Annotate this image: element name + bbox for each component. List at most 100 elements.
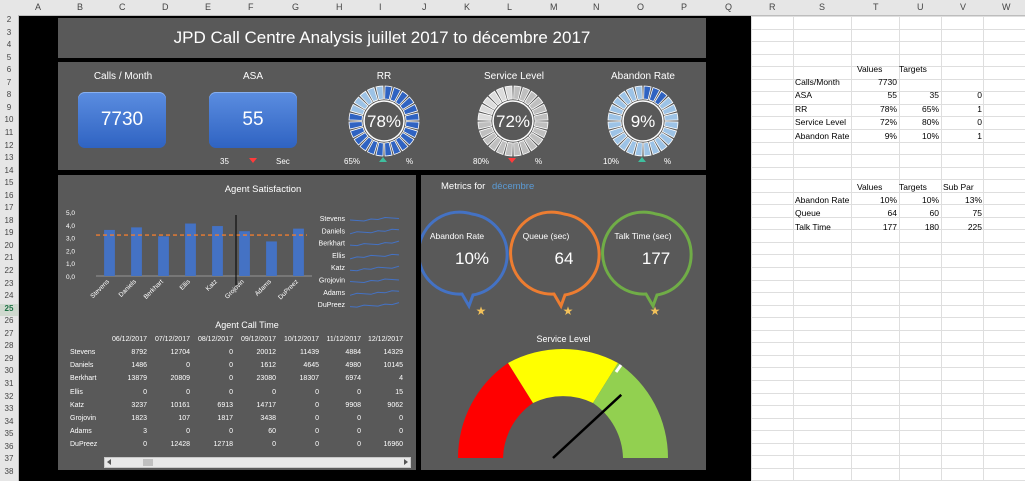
sheet-cell[interactable]: 0 <box>939 117 982 127</box>
sheet-cell[interactable]: 64 <box>853 208 897 218</box>
row-header[interactable]: 19 <box>0 228 18 240</box>
row-header[interactable]: 12 <box>0 141 18 153</box>
sheet-cell[interactable]: 177 <box>853 222 897 232</box>
sheet-cell[interactable]: 180 <box>897 222 939 232</box>
column-header-a[interactable]: A <box>35 2 41 12</box>
row-header[interactable]: 28 <box>0 341 18 353</box>
sheet-cell[interactable]: 72% <box>853 117 897 127</box>
table2-header-targets[interactable]: Targets <box>899 182 927 192</box>
sheet-cell[interactable]: Service Level <box>795 117 846 127</box>
sheet-cell[interactable]: 80% <box>897 117 939 127</box>
sheet-cell[interactable]: 10% <box>853 195 897 205</box>
row-header[interactable]: 23 <box>0 279 18 291</box>
sheet-cell[interactable]: 1 <box>939 131 982 141</box>
row-header[interactable]: 4 <box>0 40 18 52</box>
column-header-d[interactable]: D <box>162 2 169 12</box>
sheet-cell[interactable]: 1 <box>939 104 982 114</box>
sheet-cell[interactable]: 60 <box>897 208 939 218</box>
row-header[interactable]: 11 <box>0 128 18 140</box>
row-header[interactable]: 26 <box>0 316 18 328</box>
sheet-cell[interactable]: ASA <box>795 90 812 100</box>
row-header[interactable]: 16 <box>0 191 18 203</box>
column-header-k[interactable]: K <box>464 2 470 12</box>
row-header[interactable]: 20 <box>0 241 18 253</box>
column-header-j[interactable]: J <box>422 2 427 12</box>
row-header[interactable]: 34 <box>0 417 18 429</box>
sheet-cell[interactable]: 35 <box>897 90 939 100</box>
row-header[interactable]: 6 <box>0 65 18 77</box>
column-header-q[interactable]: Q <box>725 2 732 12</box>
row-header[interactable]: 37 <box>0 454 18 466</box>
row-header[interactable]: 10 <box>0 115 18 127</box>
sheet-cell[interactable]: 225 <box>939 222 982 232</box>
scroll-right-icon[interactable] <box>404 459 408 465</box>
sheet-cell[interactable]: Abandon Rate <box>795 195 849 205</box>
column-header-w[interactable]: W <box>1002 2 1011 12</box>
horizontal-scrollbar[interactable] <box>104 457 411 468</box>
column-header-l[interactable]: L <box>507 2 512 12</box>
sheet-cell[interactable]: Talk Time <box>795 222 831 232</box>
sheet-cell[interactable]: 78% <box>853 104 897 114</box>
row-header[interactable]: 7 <box>0 78 18 90</box>
table2-header-values[interactable]: Values <box>857 182 882 192</box>
column-header-s[interactable]: S <box>819 2 825 12</box>
column-header-n[interactable]: N <box>593 2 600 12</box>
sheet-cell[interactable]: RR <box>795 104 807 114</box>
column-header-f[interactable]: F <box>248 2 254 12</box>
row-header[interactable]: 31 <box>0 379 18 391</box>
column-header-o[interactable]: O <box>637 2 644 12</box>
row-header[interactable]: 38 <box>0 467 18 479</box>
column-header-e[interactable]: E <box>205 2 211 12</box>
table2-header-subpar[interactable]: Sub Par <box>943 182 974 192</box>
column-header-m[interactable]: M <box>550 2 558 12</box>
sheet-cell[interactable]: 75 <box>939 208 982 218</box>
sheet-cell[interactable]: 0 <box>939 90 982 100</box>
column-header-b[interactable]: B <box>77 2 83 12</box>
row-header[interactable]: 17 <box>0 203 18 215</box>
column-header-u[interactable]: U <box>917 2 924 12</box>
column-header-t[interactable]: T <box>873 2 879 12</box>
sheet-cell[interactable]: Calls/Month <box>795 77 840 87</box>
row-header[interactable]: 18 <box>0 216 18 228</box>
sheet-cell[interactable]: 7730 <box>853 77 897 87</box>
scrollbar-thumb[interactable] <box>143 459 153 466</box>
column-header-r[interactable]: R <box>769 2 776 12</box>
row-header[interactable]: 25 <box>0 303 18 316</box>
sheet-cell[interactable]: 65% <box>897 104 939 114</box>
row-header[interactable]: 14 <box>0 166 18 178</box>
sheet-cell[interactable]: Abandon Rate <box>795 131 849 141</box>
row-header[interactable]: 21 <box>0 253 18 265</box>
row-header[interactable]: 33 <box>0 404 18 416</box>
row-header[interactable]: 8 <box>0 90 18 102</box>
row-header[interactable]: 13 <box>0 153 18 165</box>
table1-header-values[interactable]: Values <box>857 64 882 74</box>
column-header-c[interactable]: C <box>119 2 126 12</box>
row-header[interactable]: 27 <box>0 329 18 341</box>
column-header-v[interactable]: V <box>960 2 966 12</box>
column-header-h[interactable]: H <box>336 2 343 12</box>
sheet-cell[interactable]: Queue <box>795 208 821 218</box>
sheet-cell[interactable]: 9% <box>853 131 897 141</box>
row-header[interactable]: 5 <box>0 53 18 65</box>
table1-header-targets[interactable]: Targets <box>899 64 927 74</box>
column-header-i[interactable]: I <box>379 2 382 12</box>
scroll-left-icon[interactable] <box>107 459 111 465</box>
row-header[interactable]: 29 <box>0 354 18 366</box>
row-header[interactable]: 22 <box>0 266 18 278</box>
row-header[interactable]: 2 <box>0 15 18 27</box>
row-header[interactable]: 30 <box>0 366 18 378</box>
column-header-p[interactable]: P <box>681 2 687 12</box>
row-header[interactable]: 32 <box>0 392 18 404</box>
row-header[interactable]: 35 <box>0 429 18 441</box>
row-header[interactable]: 3 <box>0 28 18 40</box>
row-header[interactable]: 24 <box>0 291 18 303</box>
sheet-cell[interactable]: 10% <box>897 131 939 141</box>
sheet-cell[interactable]: 13% <box>939 195 982 205</box>
sheet-cell[interactable]: 10% <box>897 195 939 205</box>
column-header-g[interactable]: G <box>292 2 299 12</box>
sheet-cell[interactable]: 55 <box>853 90 897 100</box>
row-header[interactable]: 9 <box>0 103 18 115</box>
row-header[interactable]: 15 <box>0 178 18 190</box>
row-header[interactable]: 36 <box>0 442 18 454</box>
agent-name: Adams <box>70 428 92 436</box>
